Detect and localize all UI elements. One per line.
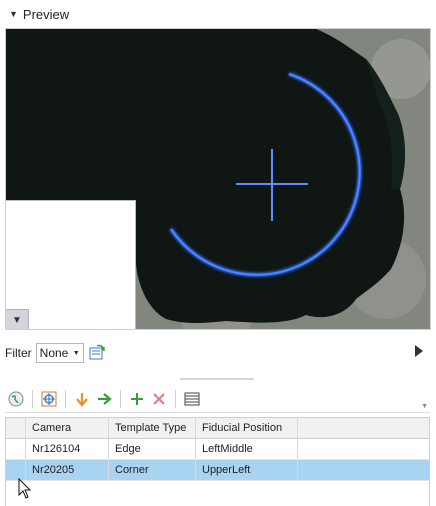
row-filler xyxy=(298,460,429,480)
fiducial-table: Camera Template Type Fiducial Position N… xyxy=(5,417,430,506)
camera-cell[interactable]: Nr126104 xyxy=(26,439,109,459)
arrow-down-icon[interactable] xyxy=(71,388,93,410)
filter-label: Filter xyxy=(5,346,32,360)
triangle-down-icon[interactable]: ▼ xyxy=(6,309,29,329)
refresh-icon[interactable] xyxy=(88,344,106,362)
toolbar-separator xyxy=(65,390,66,408)
overview-window: ▼ xyxy=(6,200,136,329)
preview-header[interactable]: ▼ Preview xyxy=(0,0,436,28)
toolbar: ▼ xyxy=(5,386,430,413)
template-type-cell[interactable]: Edge xyxy=(109,439,196,459)
row-filler xyxy=(298,439,429,459)
toolbar-separator xyxy=(32,390,33,408)
delete-icon[interactable] xyxy=(148,388,170,410)
column-header-fiducial-position[interactable]: Fiducial Position xyxy=(196,418,298,438)
mouse-cursor-icon xyxy=(18,478,32,499)
row-header-corner xyxy=(6,418,26,438)
filter-select[interactable]: None ▼ xyxy=(35,343,84,363)
filter-select-value: None xyxy=(39,346,69,360)
table-icon[interactable] xyxy=(181,388,203,410)
row-header[interactable] xyxy=(6,460,26,480)
globe-icon[interactable] xyxy=(5,388,27,410)
column-header-camera[interactable]: Camera xyxy=(26,418,109,438)
add-icon[interactable] xyxy=(126,388,148,410)
toolbar-separator xyxy=(120,390,121,408)
filter-row: Filter None ▼ xyxy=(0,340,436,366)
crosshair-target-icon[interactable] xyxy=(38,388,60,410)
table-header: Camera Template Type Fiducial Position xyxy=(6,418,429,439)
fiducial-position-cell[interactable]: UpperLeft xyxy=(196,460,298,480)
chevron-down-icon: ▼ xyxy=(72,349,80,357)
preview-title: Preview xyxy=(22,6,70,22)
camera-cell[interactable]: Nr20205 xyxy=(26,460,109,480)
play-icon[interactable] xyxy=(414,344,424,358)
splitter-handle[interactable] xyxy=(180,378,254,380)
arrow-right-icon[interactable] xyxy=(93,388,115,410)
toolbar-overflow-icon[interactable]: ▼ xyxy=(421,403,428,410)
row-header[interactable] xyxy=(6,439,26,459)
column-header-filler xyxy=(298,418,429,438)
table-row[interactable]: Nr126104 Edge LeftMiddle xyxy=(6,439,429,460)
toolbar-separator xyxy=(175,390,176,408)
template-type-cell[interactable]: Corner xyxy=(109,460,196,480)
chevron-down-icon[interactable]: ▼ xyxy=(9,9,18,19)
preview-image[interactable]: ▼ xyxy=(5,28,431,330)
fiducial-position-cell[interactable]: LeftMiddle xyxy=(196,439,298,459)
table-row-selected[interactable]: Nr20205 Corner UpperLeft xyxy=(6,460,429,481)
column-header-template-type[interactable]: Template Type xyxy=(109,418,196,438)
